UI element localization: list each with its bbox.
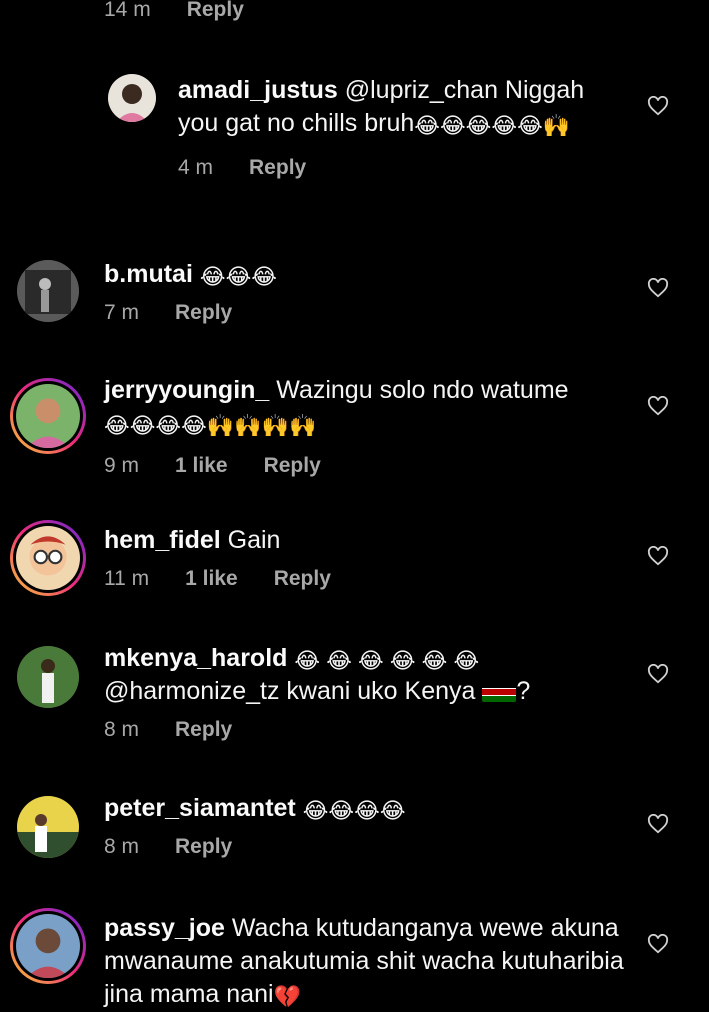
emoji-laugh: 😂 😂 😂 😂 😂 😂 [294,648,480,673]
kenya-flag-icon [482,682,517,702]
heart-icon[interactable] [647,664,669,684]
username[interactable]: b.mutai [104,260,193,288]
comment-meta: 9 m 1 like Reply [104,454,624,478]
comment-meta: 7 m Reply [104,301,624,325]
comment-text: passy_joe Wacha kutudanganya wewe akuna … [104,912,634,1011]
comment-text: b.mutai 😂😂😂 [104,258,624,291]
avatar-story-ring[interactable] [10,378,86,454]
comment-text: hem_fidel Gain [104,524,624,557]
reply-button[interactable]: Reply [175,301,232,325]
reply-button[interactable]: Reply [249,156,306,180]
comment-text: mkenya_harold 😂 😂 😂 😂 😂 😂 @harmonize_tz … [104,642,624,708]
comment-text: jerryyoungin_ Wazingu solo ndo watume 😂😂… [104,374,624,440]
emoji-laugh: 😂😂😂 [199,264,277,289]
likes-count[interactable]: 1 like [185,567,238,591]
username[interactable]: mkenya_harold [104,644,287,672]
heart-icon[interactable] [647,546,669,566]
comment-text: peter_siamantet 😂😂😂😂 [104,792,624,825]
comment-time: 9 m [104,454,140,477]
emoji-laugh-hands: 😂😂😂😂😂🙌 [414,113,571,138]
comment-time: 14 m [104,0,151,21]
username[interactable]: amadi_justus [178,76,338,104]
username[interactable]: hem_fidel [104,526,221,554]
username[interactable]: passy_joe [104,914,225,942]
username[interactable]: peter_siamantet [104,794,296,822]
heart-icon[interactable] [647,934,669,954]
avatar-story-ring[interactable] [10,520,86,596]
heart-icon[interactable] [647,396,669,416]
comment-time: 4 m [178,156,214,179]
avatar[interactable] [17,646,79,708]
avatar-story-ring[interactable] [10,908,86,984]
comment-time: 8 m [104,718,140,741]
comment-body: Wazingu solo ndo watume [276,376,569,404]
comment-time: 7 m [104,301,140,324]
avatar[interactable] [108,74,156,122]
avatar[interactable] [17,796,79,858]
broken-heart-emoji: 💔 [273,984,301,1009]
avatar[interactable] [17,260,79,322]
comment-text: amadi_justus @lupriz_chan Niggah you gat… [178,74,618,140]
comment-time: 8 m [104,835,140,858]
comment-body: Gain [227,526,281,554]
comment-meta: 11 m 1 like Reply [104,567,624,591]
comment-body: @harmonize_tz kwani uko Kenya [104,677,476,705]
comment-suffix: ? [516,677,531,705]
heart-icon[interactable] [647,278,669,298]
reply-button[interactable]: Reply [187,0,244,22]
reply-button[interactable]: Reply [175,718,232,742]
heart-icon[interactable] [647,96,669,116]
previous-comment-meta: 14 m Reply [104,0,244,22]
reply-button[interactable]: Reply [175,835,232,859]
username[interactable]: jerryyoungin_ [104,376,269,404]
comment-meta: 8 m Reply [104,718,624,742]
comment-meta: 8 m Reply [104,835,624,859]
reply-button[interactable]: Reply [274,567,331,591]
reply-button[interactable]: Reply [264,454,321,478]
heart-icon[interactable] [647,814,669,834]
comment-meta: 4 m Reply [178,156,618,180]
emoji-laugh-hands: 😂😂😂😂🙌🙌🙌🙌 [104,413,317,438]
emoji-laugh: 😂😂😂😂 [302,798,406,823]
likes-count[interactable]: 1 like [175,454,228,478]
comment-time: 11 m [104,567,150,590]
